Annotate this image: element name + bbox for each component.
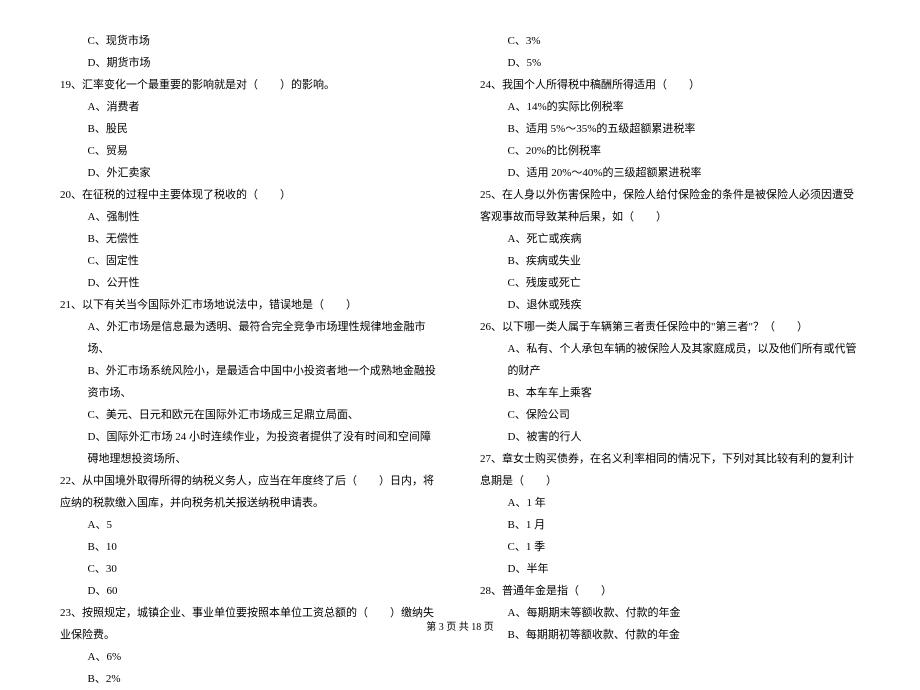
q26: 26、以下哪一类人属于车辆第三者责任保险中的"第三者"？（ ）	[480, 316, 860, 338]
q19: 19、汇率变化一个最重要的影响就是对（ ）的影响。	[60, 74, 440, 96]
q20-option-a: A、强制性	[60, 206, 440, 228]
q22-option-c: C、30	[60, 558, 440, 580]
q20-option-b: B、无偿性	[60, 228, 440, 250]
q22: 22、从中国境外取得所得的纳税义务人，应当在年度终了后（ ）日内，将应纳的税款缴…	[60, 470, 440, 514]
q24-option-d: D、适用 20%～40%的三级超额累进税率	[480, 162, 860, 184]
q27-option-c: C、1 季	[480, 536, 860, 558]
q19-option-d: D、外汇卖家	[60, 162, 440, 184]
q22-option-d: D、60	[60, 580, 440, 602]
q18-option-c: C、现货市场	[60, 30, 440, 52]
q21-option-a: A、外汇市场是信息最为透明、最符合完全竞争市场理性规律地金融市场、	[60, 316, 440, 360]
q27-option-d: D、半年	[480, 558, 860, 580]
content-columns: C、现货市场 D、期货市场 19、汇率变化一个最重要的影响就是对（ ）的影响。 …	[60, 30, 860, 690]
q18-option-d: D、期货市场	[60, 52, 440, 74]
q25-option-c: C、残废或死亡	[480, 272, 860, 294]
q23-option-a: A、6%	[60, 646, 440, 668]
q19-option-c: C、贸易	[60, 140, 440, 162]
q27: 27、章女士购买债券，在名义利率相同的情况下，下列对其比较有利的复利计息期是（ …	[480, 448, 860, 492]
right-column: C、3% D、5% 24、我国个人所得税中稿酬所得适用（ ） A、14%的实际比…	[480, 30, 860, 690]
q23-option-d: D、5%	[480, 52, 860, 74]
q22-option-b: B、10	[60, 536, 440, 558]
q24: 24、我国个人所得税中稿酬所得适用（ ）	[480, 74, 860, 96]
page-footer: 第 3 页 共 18 页	[0, 618, 920, 638]
left-column: C、现货市场 D、期货市场 19、汇率变化一个最重要的影响就是对（ ）的影响。 …	[60, 30, 440, 690]
q27-option-a: A、1 年	[480, 492, 860, 514]
q24-option-b: B、适用 5%～35%的五级超额累进税率	[480, 118, 860, 140]
q24-option-a: A、14%的实际比例税率	[480, 96, 860, 118]
q28: 28、普通年金是指（ ）	[480, 580, 860, 602]
q21-option-d: D、国际外汇市场 24 小时连续作业，为投资者提供了没有时间和空间障碍地理想投资…	[60, 426, 440, 470]
q26-option-d: D、被害的行人	[480, 426, 860, 448]
q21-option-c: C、美元、日元和欧元在国际外汇市场成三足鼎立局面、	[60, 404, 440, 426]
q24-option-c: C、20%的比例税率	[480, 140, 860, 162]
q25: 25、在人身以外伤害保险中，保险人给付保险金的条件是被保险人必须因遭受客观事故而…	[480, 184, 860, 228]
q27-option-b: B、1 月	[480, 514, 860, 536]
q23-option-b: B、2%	[60, 668, 440, 690]
q25-option-b: B、疾病或失业	[480, 250, 860, 272]
q26-option-a: A、私有、个人承包车辆的被保险人及其家庭成员，以及他们所有或代管的财产	[480, 338, 860, 382]
q19-option-a: A、消费者	[60, 96, 440, 118]
q25-option-a: A、死亡或疾病	[480, 228, 860, 250]
q20-option-d: D、公开性	[60, 272, 440, 294]
q21: 21、以下有关当今国际外汇市场地说法中，错误地是（ ）	[60, 294, 440, 316]
q21-option-b: B、外汇市场系统风险小，是最适合中国中小投资者地一个成熟地金融投资市场、	[60, 360, 440, 404]
q22-option-a: A、5	[60, 514, 440, 536]
q25-option-d: D、退休或残疾	[480, 294, 860, 316]
q23-option-c: C、3%	[480, 30, 860, 52]
q20: 20、在征税的过程中主要体现了税收的（ ）	[60, 184, 440, 206]
q19-option-b: B、股民	[60, 118, 440, 140]
q20-option-c: C、固定性	[60, 250, 440, 272]
q26-option-c: C、保险公司	[480, 404, 860, 426]
q26-option-b: B、本车车上乘客	[480, 382, 860, 404]
